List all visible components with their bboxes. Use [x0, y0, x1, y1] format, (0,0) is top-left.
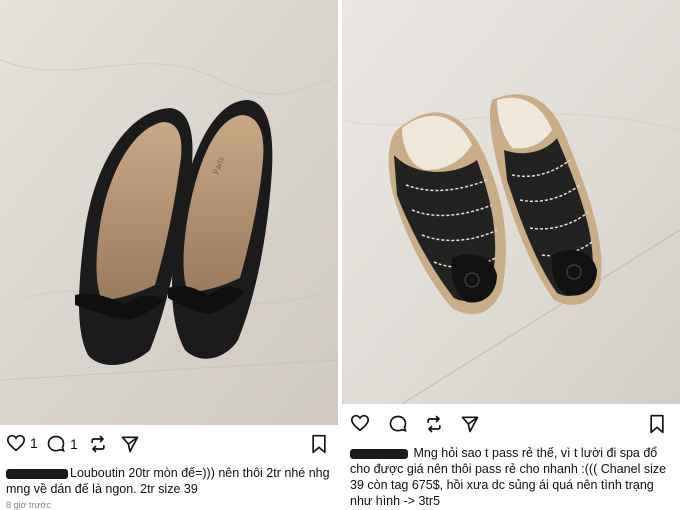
- repost-button[interactable]: [88, 434, 108, 454]
- post-right: Mng hỏi sao t pass rẻ thế, vì t lười đi …: [342, 0, 680, 510]
- caption-text: Louboutin 20tr mòn đế=))) nên thôi 2tr n…: [70, 466, 330, 480]
- heart-icon: [350, 414, 370, 432]
- redacted-username: [350, 448, 408, 459]
- bookmark-icon: [650, 414, 664, 434]
- bookmark-button[interactable]: [648, 414, 666, 434]
- caption-line-2: cho được giá nên thôi pass rẻ cho nhanh …: [350, 462, 667, 476]
- caption-line-4: như hình -> 3tr5: [350, 494, 441, 508]
- redacted-username: [6, 468, 68, 479]
- like-group: 1: [6, 434, 38, 452]
- repost-button[interactable]: [424, 414, 444, 434]
- like-count: 1: [30, 435, 38, 451]
- post-timestamp: 8 giờ trước: [6, 500, 51, 510]
- caption-line-3: 39 còn tag 675$, hồi xưa dc sủng ái quá …: [350, 478, 654, 492]
- share-button[interactable]: [120, 434, 140, 454]
- photo-chanel-espadrilles: [342, 0, 680, 404]
- bookmark-button[interactable]: [310, 434, 328, 454]
- comment-button[interactable]: [388, 414, 408, 434]
- action-bar-left: 1 1: [0, 432, 338, 458]
- like-button[interactable]: [350, 414, 370, 432]
- comment-icon: [389, 415, 407, 432]
- comment-group: 1: [46, 434, 78, 454]
- caption-text-line2: mng về dán đế là ngon. 2tr size 39: [6, 482, 198, 496]
- share-icon: [461, 416, 479, 433]
- photo-louboutin-flats: Paris: [0, 0, 338, 425]
- caption-line-1: Mng hỏi sao t pass rẻ thế, vì t lười đi …: [413, 446, 658, 460]
- heart-icon[interactable]: [6, 434, 26, 452]
- repost-icon: [91, 435, 105, 453]
- comment-count: 1: [70, 436, 78, 452]
- repost-icon: [427, 415, 441, 433]
- post-photo-chanel[interactable]: [342, 0, 680, 404]
- share-icon: [121, 436, 139, 453]
- caption-right: Mng hỏi sao t pass rẻ thế, vì t lười đi …: [350, 445, 674, 509]
- action-bar-right: [342, 412, 680, 438]
- post-left: Paris 1 1 Louboutin 20tr mòn đế=))) nên …: [0, 0, 338, 510]
- bookmark-icon: [312, 434, 326, 454]
- caption-left: Louboutin 20tr mòn đế=))) nên thôi 2tr n…: [6, 465, 332, 497]
- post-photo-louboutin[interactable]: Paris: [0, 0, 338, 425]
- share-button[interactable]: [460, 414, 480, 434]
- comment-icon[interactable]: [46, 434, 66, 454]
